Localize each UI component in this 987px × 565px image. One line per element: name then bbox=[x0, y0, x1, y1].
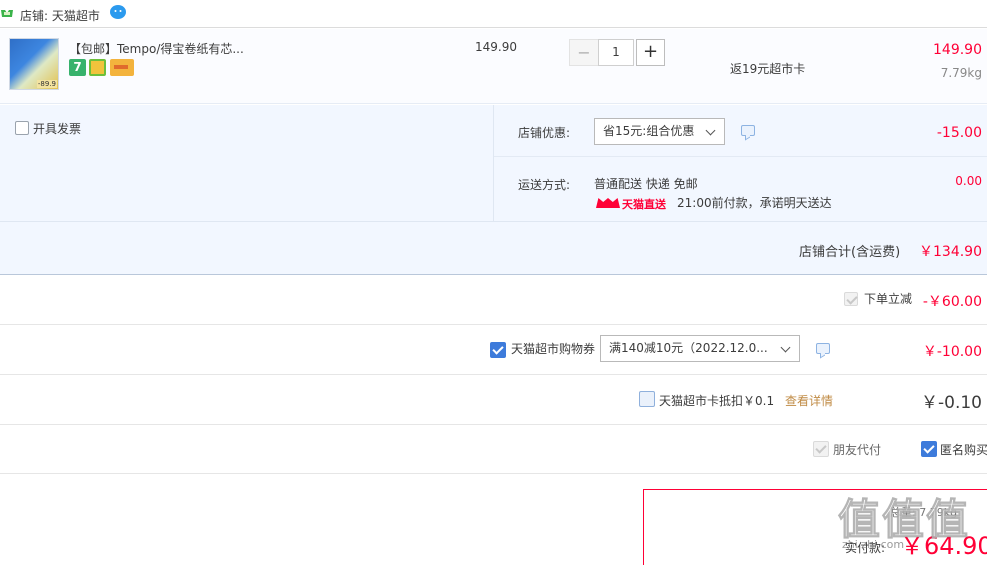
coupon-checkbox[interactable] bbox=[490, 342, 506, 358]
wangwang-chat-icon[interactable] bbox=[109, 4, 127, 20]
instant-discount-label: 下单立减 bbox=[864, 292, 913, 306]
supermarket-card-label[interactable]: 天猫超市卡抵扣￥0.1 bbox=[659, 392, 774, 409]
credit-card-badge-icon[interactable] bbox=[110, 59, 134, 76]
tmall-direct-logo: 天猫直送 bbox=[596, 196, 666, 211]
product-thumbnail[interactable]: -89.9 bbox=[9, 38, 59, 90]
section-divider bbox=[494, 156, 987, 157]
tmall-shop-icon bbox=[1, 10, 13, 17]
quantity-increase-button[interactable]: + bbox=[636, 39, 665, 66]
row-divider bbox=[0, 374, 987, 375]
row-divider bbox=[0, 473, 987, 474]
tmall-direct-text: 天猫直送 bbox=[622, 198, 666, 211]
seven-day-return-badge[interactable]: 7 bbox=[69, 59, 86, 76]
promo-info-chat-icon[interactable] bbox=[741, 125, 755, 136]
shop-subtotal-amount: ￥134.90 bbox=[919, 244, 982, 260]
invoice-checkbox[interactable] bbox=[15, 121, 29, 135]
view-details-link[interactable]: 查看详情 bbox=[785, 392, 833, 409]
thumbnail-price-tag: -89.9 bbox=[36, 80, 57, 88]
supermarket-card-checkbox[interactable] bbox=[639, 391, 655, 407]
section-divider bbox=[493, 105, 494, 221]
instant-discount-checkbox bbox=[844, 292, 858, 306]
delivery-promise: 21:00前付款，承诺明天送达 bbox=[677, 196, 832, 210]
anonymous-purchase-label[interactable]: 匿名购买 bbox=[940, 441, 987, 458]
anonymous-purchase-checkbox[interactable] bbox=[921, 441, 937, 457]
invoice-label[interactable]: 开具发票 bbox=[33, 120, 81, 137]
shop-header bbox=[0, 0, 987, 28]
unit-price: 149.90 bbox=[475, 40, 517, 54]
section-divider bbox=[0, 221, 987, 222]
quantity-input[interactable]: 1 bbox=[598, 39, 634, 66]
tmall-cat-icon bbox=[596, 198, 620, 208]
item-weight: 7.79kg bbox=[940, 66, 982, 80]
row-divider bbox=[0, 324, 987, 325]
shop-promo-label: 店铺优惠: bbox=[518, 126, 571, 140]
friend-pay-checkbox[interactable] bbox=[813, 441, 829, 457]
quantity-decrease-button[interactable]: − bbox=[569, 39, 599, 66]
rebate-text: 返19元超市卡 bbox=[730, 62, 806, 76]
supermarket-card-amount: ￥-0.10 bbox=[921, 393, 982, 413]
coupon-selected: 满140减10元（2022.12.0... bbox=[609, 341, 768, 355]
product-title[interactable]: 【包邮】Tempo/得宝卷纸有芯... bbox=[69, 40, 244, 57]
coupon-label[interactable]: 天猫超市购物券 bbox=[511, 340, 595, 357]
chevron-down-icon bbox=[705, 125, 716, 136]
shop-promo-amount: -15.00 bbox=[936, 125, 982, 141]
coupon-amount: ￥-10.00 bbox=[922, 344, 982, 360]
shop-subtotal-label: 店铺合计(含运费) bbox=[799, 245, 901, 260]
shipping-fee: 0.00 bbox=[955, 174, 982, 188]
coupon-select[interactable]: 满140减10元（2022.12.0... bbox=[600, 335, 800, 362]
shop-promo-select[interactable]: 省15元:组合优惠 bbox=[594, 118, 725, 145]
shop-promo-selected: 省15元:组合优惠 bbox=[603, 124, 695, 138]
line-total-price: 149.90 bbox=[933, 42, 982, 58]
friend-pay-label[interactable]: 朋友代付 bbox=[833, 441, 881, 458]
coupon-info-chat-icon[interactable] bbox=[816, 343, 830, 354]
shop-name[interactable]: 店铺: 天猫超市 bbox=[20, 7, 100, 24]
shipping-method: 普通配送 快递 免邮 bbox=[594, 177, 698, 191]
chevron-down-icon bbox=[780, 342, 791, 353]
guarantee-badge-icon[interactable] bbox=[89, 59, 106, 76]
shipping-label: 运送方式: bbox=[518, 178, 571, 192]
watermark-url: zhi.zhi.com bbox=[842, 538, 905, 551]
row-divider bbox=[0, 424, 987, 425]
instant-discount-amount: -￥60.00 bbox=[922, 294, 982, 310]
